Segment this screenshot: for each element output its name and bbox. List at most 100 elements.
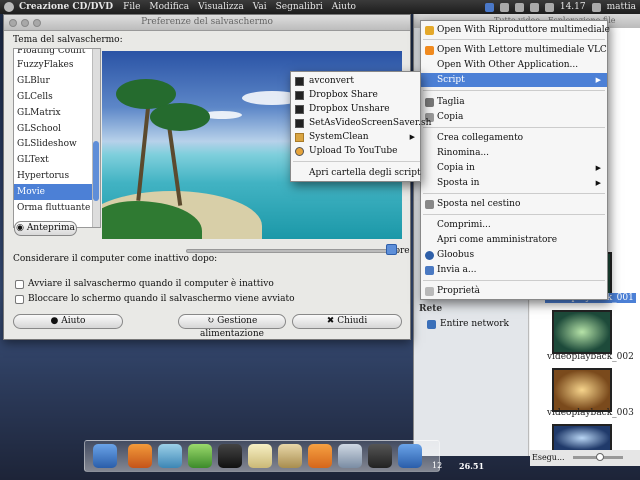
menu-modifica[interactable]: Modifica	[149, 2, 189, 12]
rss-icon[interactable]	[308, 444, 332, 468]
submenu-arrow-icon: ▶	[595, 164, 601, 172]
theme-item[interactable]: GLCells	[14, 89, 100, 105]
script-item-label: SystemClean	[309, 132, 369, 142]
script-item-systemclean[interactable]: SystemClean ▶	[291, 130, 420, 144]
video-thumbnail-003[interactable]	[552, 368, 612, 412]
submenu-arrow-icon: ▶	[595, 76, 601, 84]
theme-item[interactable]: GLText	[14, 152, 100, 168]
preview-button[interactable]: ◉ Anteprima	[14, 221, 77, 236]
inactive-delay-slider[interactable]	[186, 249, 398, 253]
network-icon	[427, 319, 436, 329]
menu-item-open-vlc[interactable]: Open With Lettore multimediale VLC	[421, 43, 607, 57]
finder-icon[interactable]	[93, 444, 117, 468]
menu-item-trash[interactable]: Sposta nel cestino	[421, 197, 607, 211]
monitor-icon[interactable]	[368, 444, 392, 468]
clock[interactable]: 14.17	[560, 2, 586, 12]
menu-item-open-other[interactable]: Open With Other Application...	[421, 58, 607, 72]
user-icon	[591, 2, 601, 12]
lock-screen-checkbox[interactable]	[15, 294, 24, 304]
window-titlebar[interactable]: Preferenze del salvaschermo	[4, 15, 410, 31]
sidebar-item-entire-network[interactable]: Entire network	[427, 319, 509, 329]
script-submenu: avconvert Dropbox Share Dropbox Unshare …	[290, 71, 431, 182]
user-name[interactable]: mattia	[607, 2, 636, 12]
firefox-icon[interactable]	[128, 444, 152, 468]
bluetooth-icon[interactable]	[499, 2, 509, 12]
network-icon[interactable]	[514, 2, 524, 12]
menu-item-rename[interactable]: Rinomina...	[421, 146, 607, 160]
activate-screensaver-label[interactable]: Avviare il salvaschermo quando il comput…	[28, 279, 274, 289]
theme-list[interactable]: Floating Count FuzzyFlakes GLBlur GLCell…	[13, 48, 101, 228]
mail-icon[interactable]	[278, 444, 302, 468]
theme-item[interactable]: Floating Count	[14, 49, 100, 57]
theme-item[interactable]: GLMatrix	[14, 105, 100, 121]
open-scripts-folder[interactable]: Apri cartella degli script	[291, 166, 421, 180]
menu-vai[interactable]: Vai	[253, 2, 267, 12]
files-icon[interactable]	[338, 444, 362, 468]
help-button[interactable]: ● Aiuto	[13, 314, 123, 329]
volume-icon[interactable]	[529, 2, 539, 12]
video-thumbnail-004[interactable]	[552, 424, 612, 452]
video-icon[interactable]	[398, 444, 422, 468]
terminal-icon	[295, 105, 304, 114]
send-icon	[425, 266, 434, 275]
menu-item-copy-to[interactable]: Copia in ▶	[421, 161, 607, 175]
ubuntu-one-icon[interactable]	[188, 444, 212, 468]
menu-aiuto[interactable]: Aiuto	[332, 2, 356, 12]
apple-menu-icon[interactable]	[4, 2, 14, 12]
menu-item-open-admin[interactable]: Apri come amministratore	[421, 233, 607, 247]
menu-separator	[423, 193, 605, 194]
slider-knob[interactable]	[386, 244, 397, 255]
battery-icon[interactable]	[544, 2, 554, 12]
folder-icon	[295, 133, 304, 142]
menu-item-create-link[interactable]: Crea collegamento	[421, 131, 607, 145]
menu-item-gloobus[interactable]: Gloobus	[421, 248, 607, 262]
file-label[interactable]: videoplayback_003	[547, 408, 634, 418]
menu-visualizza[interactable]: Visualizza	[198, 2, 244, 12]
lock-screen-row[interactable]: Bloccare lo schermo quando il salvascher…	[15, 294, 295, 304]
menu-item-properties[interactable]: Proprietà	[421, 284, 607, 298]
script-item-avconvert[interactable]: avconvert	[291, 74, 420, 88]
scrollbar-thumb[interactable]	[93, 141, 99, 201]
menu-item-compress[interactable]: Comprimi...	[421, 218, 607, 232]
dropbox-icon[interactable]	[484, 2, 494, 12]
menu-file[interactable]: File	[123, 2, 140, 12]
script-item-upload-youtube[interactable]: Upload To YouTube	[291, 144, 420, 158]
menu-item-open-riproduttore[interactable]: Open With Riproduttore multimediale	[421, 23, 610, 37]
menu-separator	[423, 280, 605, 281]
close-window-icon[interactable]	[9, 19, 17, 27]
theme-item[interactable]: GLBlur	[14, 73, 100, 89]
menu-item-move-to[interactable]: Sposta in ▶	[421, 176, 607, 190]
notes-icon[interactable]	[248, 444, 272, 468]
menu-item-copy[interactable]: Copia	[421, 110, 607, 124]
menu-item-send-to[interactable]: Invia a...	[421, 263, 607, 277]
script-item-set-screensaver[interactable]: SetAsVideoScreenSaver.sh	[291, 116, 431, 130]
close-button[interactable]: ✖ Chiudi	[292, 314, 402, 329]
theme-item[interactable]: Orma fluttuante	[14, 200, 100, 216]
menu-segnalibri[interactable]: Segnalibri	[276, 2, 323, 12]
activate-screensaver-row[interactable]: Avviare il salvaschermo quando il comput…	[15, 279, 274, 289]
menu-item-label: Script	[437, 75, 465, 85]
theme-item[interactable]: FuzzyFlakes	[14, 57, 100, 73]
minimize-window-icon[interactable]	[21, 19, 29, 27]
activate-screensaver-checkbox[interactable]	[15, 279, 24, 289]
chat-icon[interactable]	[158, 444, 182, 468]
theme-item[interactable]: GLSlideshow	[14, 136, 100, 152]
theme-item[interactable]: GLSchool	[14, 121, 100, 137]
script-item-dropbox-share[interactable]: Dropbox Share	[291, 88, 420, 102]
menu-item-script[interactable]: Script ▶	[421, 73, 607, 87]
top-panel: Creazione CD/DVD File Modifica Visualizz…	[0, 0, 640, 14]
video-thumbnail-002[interactable]	[552, 310, 612, 354]
menu-item-cut[interactable]: Taglia	[421, 95, 607, 109]
zoom-slider-knob[interactable]	[596, 453, 604, 461]
file-label[interactable]: videoplayback_002	[547, 352, 634, 362]
lock-screen-label[interactable]: Bloccare lo schermo quando il salvascher…	[28, 294, 295, 304]
theme-item-selected[interactable]: Movie	[14, 184, 100, 201]
menu-item-label: Proprietà	[437, 286, 481, 296]
terminal-icon[interactable]	[218, 444, 242, 468]
menu-item-label: Open With Other Application...	[437, 60, 579, 70]
power-management-button[interactable]: ↻ Gestione alimentazione	[178, 314, 286, 339]
theme-item[interactable]: Hypertorus	[14, 168, 100, 184]
maximize-window-icon[interactable]	[33, 19, 41, 27]
menu-item-label: Copia in	[437, 163, 475, 173]
script-item-dropbox-unshare[interactable]: Dropbox Unshare	[291, 102, 420, 116]
